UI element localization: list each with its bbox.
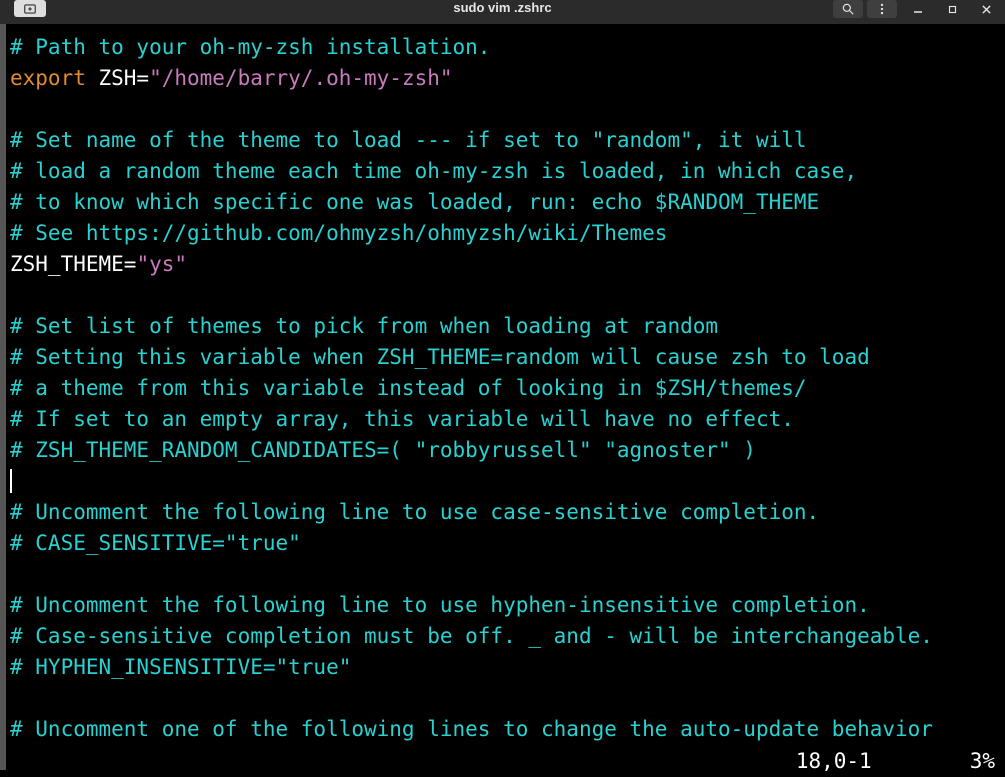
code-segment-comment: # a theme from this variable instead of …	[10, 376, 807, 400]
menu-button[interactable]	[867, 0, 897, 18]
editor-line: # If set to an empty array, this variabl…	[10, 404, 1005, 435]
code-segment-comment: # ZSH_THEME_RANDOM_CANDIDATES=( "robbyru…	[10, 438, 756, 462]
vim-statusbar: 18,0-1 3%	[10, 746, 995, 770]
editor-line	[10, 466, 1005, 497]
editor-line: # HYPHEN_INSENSITIVE="true"	[10, 652, 1005, 683]
editor-line: # Uncomment one of the following lines t…	[10, 714, 1005, 745]
editor-line	[10, 94, 1005, 125]
editor-line: # ZSH_THEME_RANDOM_CANDIDATES=( "robbyru…	[10, 435, 1005, 466]
code-segment-plain: ZSH=	[86, 66, 149, 90]
code-segment-plain: ZSH_THEME=	[10, 252, 136, 276]
code-segment-comment: # to know which specific one was loaded,…	[10, 190, 819, 214]
editor-line	[10, 559, 1005, 590]
editor-line: export ZSH="/home/barry/.oh-my-zsh"	[10, 63, 1005, 94]
code-segment-comment: # Setting this variable when ZSH_THEME=r…	[10, 345, 870, 369]
editor-line: # to know which specific one was loaded,…	[10, 187, 1005, 218]
code-segment-comment: # Set name of the theme to load --- if s…	[10, 128, 807, 152]
terminal-area[interactable]: # Path to your oh-my-zsh installation. ex…	[0, 24, 1005, 770]
vim-scroll-percent: 3%	[970, 746, 995, 770]
editor-line: # Set list of themes to pick from when l…	[10, 311, 1005, 342]
editor-line: # Uncomment the following line to use ca…	[10, 497, 1005, 528]
code-segment-comment: # See https://github.com/ohmyzsh/ohmyzsh…	[10, 221, 667, 245]
code-segment-comment: # If set to an empty array, this variabl…	[10, 407, 794, 431]
editor-line: # Setting this variable when ZSH_THEME=r…	[10, 342, 1005, 373]
close-icon	[981, 4, 992, 15]
code-segment-comment: # Path to your oh-my-zsh installation.	[10, 35, 490, 59]
search-button[interactable]	[833, 0, 863, 18]
minimize-button[interactable]	[901, 1, 935, 18]
code-segment-comment: # Uncomment the following line to use ca…	[10, 500, 819, 524]
vim-cursor-position: 18,0-1	[796, 746, 872, 770]
editor-line: # a theme from this variable instead of …	[10, 373, 1005, 404]
maximize-icon	[948, 5, 957, 14]
code-segment-comment: # HYPHEN_INSENSITIVE="true"	[10, 655, 351, 679]
code-segment-comment: # Case-sensitive completion must be off.…	[10, 624, 933, 648]
kebab-menu-icon	[875, 2, 889, 16]
text-cursor	[10, 469, 12, 493]
editor-line: # Set name of the theme to load --- if s…	[10, 125, 1005, 156]
terminal-scrollbar[interactable]	[0, 24, 6, 770]
code-segment-comment: # Set list of themes to pick from when l…	[10, 314, 718, 338]
code-segment-comment: # Uncomment the following line to use hy…	[10, 593, 870, 617]
window-titlebar: sudo vim .zshrc	[0, 0, 1005, 24]
editor-line: # Case-sensitive completion must be off.…	[10, 621, 1005, 652]
editor-line	[10, 683, 1005, 714]
code-segment-comment: # CASE_SENSITIVE="true"	[10, 531, 301, 555]
editor-line	[10, 280, 1005, 311]
minimize-icon	[912, 3, 924, 15]
code-segment-comment: # Uncomment one of the following lines t…	[10, 717, 933, 741]
editor-line: # Uncomment the following line to use hy…	[10, 590, 1005, 621]
editor-line: # CASE_SENSITIVE="true"	[10, 528, 1005, 559]
editor-line: # Path to your oh-my-zsh installation.	[10, 32, 1005, 63]
search-icon	[841, 2, 855, 16]
editor-line: # See https://github.com/ohmyzsh/ohmyzsh…	[10, 218, 1005, 249]
maximize-button[interactable]	[935, 1, 969, 18]
editor-line: ZSH_THEME="ys"	[10, 249, 1005, 280]
close-button[interactable]	[969, 1, 1003, 18]
editor-content[interactable]: # Path to your oh-my-zsh installation. ex…	[10, 32, 1005, 770]
new-tab-button[interactable]	[14, 0, 46, 17]
code-segment-string: "ys"	[136, 252, 187, 276]
new-tab-icon	[23, 2, 37, 16]
editor-line: # load a random theme each time oh-my-zs…	[10, 156, 1005, 187]
code-segment-keyword: export	[10, 66, 86, 90]
code-segment-comment: # load a random theme each time oh-my-zs…	[10, 159, 857, 183]
code-segment-string: "/home/barry/.oh-my-zsh"	[149, 66, 452, 90]
